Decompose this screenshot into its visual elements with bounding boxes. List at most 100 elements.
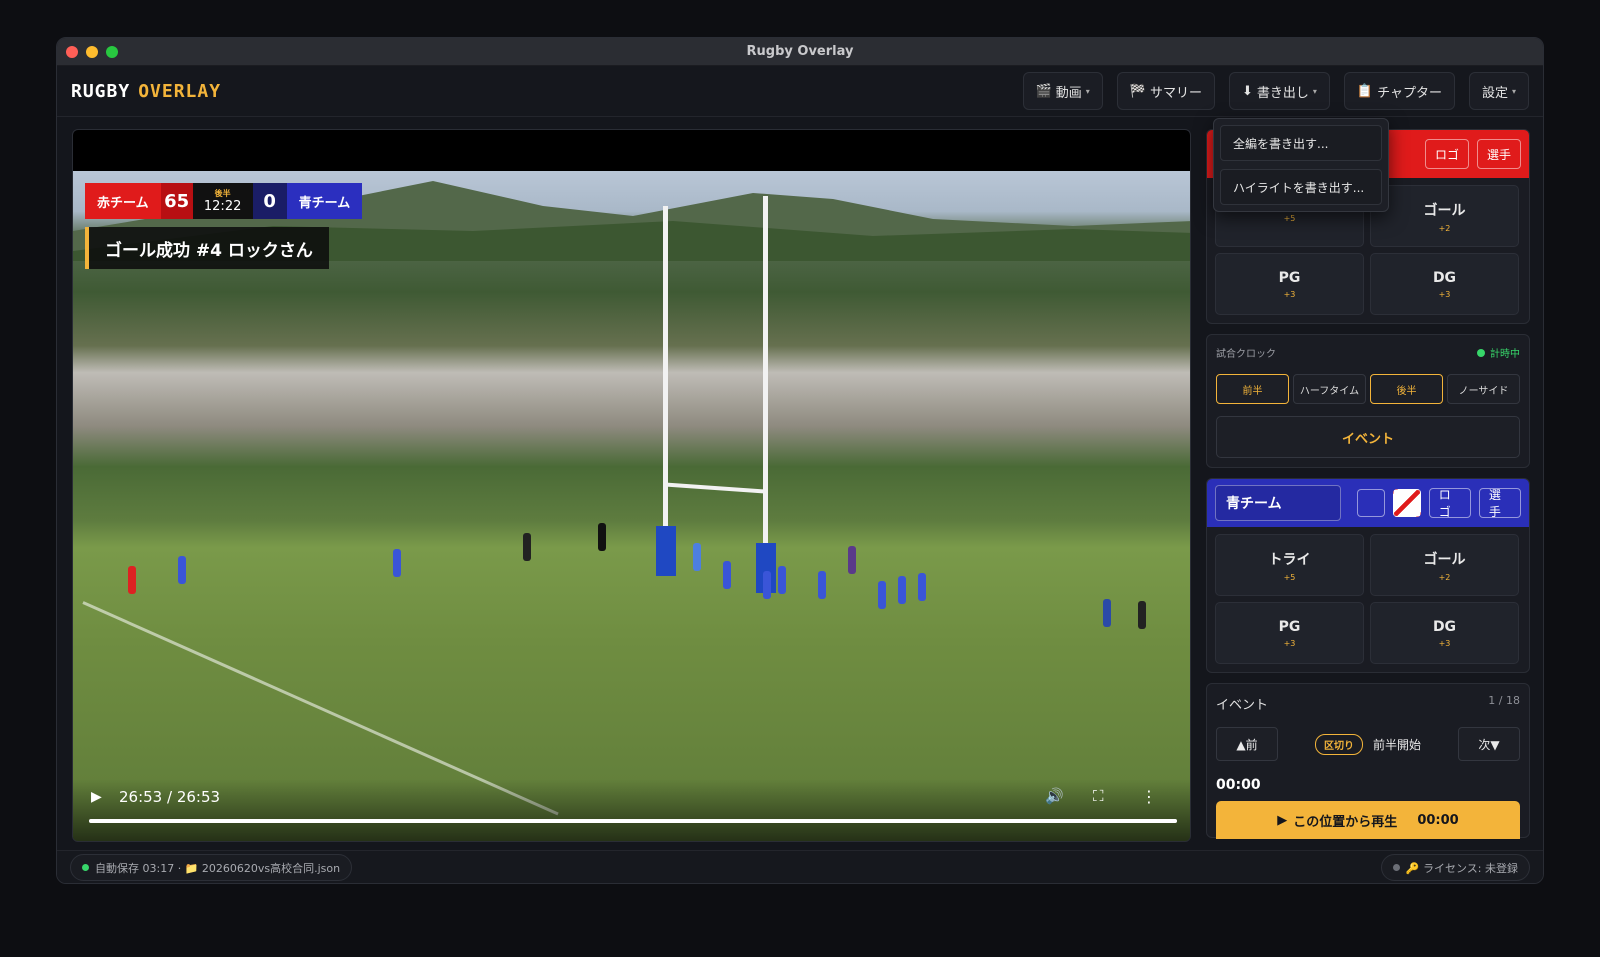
fullscreen-icon[interactable]: ⛶ (1093, 787, 1104, 805)
blue-team-name-input[interactable]: 青チーム (1215, 485, 1341, 521)
player (918, 573, 926, 601)
minimize-window-icon[interactable] (86, 46, 98, 58)
volume-icon[interactable]: 🔊 (1045, 787, 1064, 805)
chapters-label: チャプター (1377, 85, 1442, 101)
close-window-icon[interactable] (66, 46, 78, 58)
export-menu-label: 書き出し (1256, 85, 1309, 101)
player (848, 546, 856, 574)
blue-try-button[interactable]: トライ +5 (1215, 534, 1364, 596)
blue-secondary-color-swatch[interactable] (1392, 489, 1421, 517)
score-button-points: +3 (1438, 638, 1451, 648)
player (1103, 599, 1111, 627)
chapters-button[interactable]: 📋 チャプター (1343, 72, 1455, 110)
status-bar: 自動保存 03:17 · 📁 20260620vs高校合同.json 🔑 ライセ… (57, 850, 1543, 883)
play-from-time: 00:00 (1417, 812, 1459, 828)
blue-team-card: 青チーム ロゴ 選手 トライ +5 ゴール +2 PG +3 DG +3 (1206, 478, 1530, 673)
goal-post-pad-left (656, 526, 676, 576)
window-title: Rugby Overlay (746, 44, 854, 59)
player (1138, 601, 1146, 629)
chevron-down-icon: ▾ (1312, 86, 1317, 96)
event-type-badge: 区切り (1314, 733, 1363, 755)
event-navigator-header: イベント 1 / 18 (1216, 694, 1520, 713)
video-frame[interactable] (73, 171, 1190, 841)
toolbar-menus: 🎬 動画 ▾ 🏁 サマリー ⬇ 書き出し ▾ 📋 チャプター 設定 ▾ (1022, 72, 1529, 110)
more-options-icon[interactable]: ⋮ (1141, 787, 1157, 806)
progress-bar[interactable] (89, 819, 1177, 823)
red-goal-button[interactable]: ゴール +2 (1370, 185, 1519, 247)
current-event-label: 前半開始 (1372, 737, 1421, 752)
play-icon[interactable]: ▶ (91, 789, 102, 805)
player (818, 571, 826, 599)
score-button-label: ゴール (1423, 551, 1466, 568)
score-button-label: DG (1432, 618, 1457, 635)
scoreboard-overlay: 赤チーム 65 後半 12:22 0 青チーム (85, 183, 363, 219)
event-navigator: イベント 1 / 18 ▲前 区切り 前半開始 次▼ 00:00 ▶ この位置か… (1206, 683, 1530, 839)
blue-logo-button[interactable]: ロゴ (1428, 488, 1471, 519)
add-event-button[interactable]: イベント (1216, 416, 1520, 458)
scoreboard-clock: 後半 12:22 (192, 183, 253, 219)
clipboard-icon: 📋 (1356, 83, 1374, 99)
score-button-label: PG (1278, 618, 1301, 635)
period-no-side[interactable]: ノーサイド (1447, 374, 1520, 404)
player (693, 543, 701, 571)
event-caption-overlay: ゴール成功 #4 ロックさん (85, 227, 329, 269)
blue-pg-button[interactable]: PG +3 (1215, 602, 1364, 664)
blue-dg-button[interactable]: DG +3 (1370, 602, 1519, 664)
period-first-half[interactable]: 前半 (1216, 374, 1289, 404)
period-second-half[interactable]: 後半 (1370, 374, 1443, 404)
settings-label: 設定 (1481, 85, 1508, 101)
video-menu-label: 動画 (1055, 85, 1082, 101)
clock-status: 計時中 (1477, 345, 1520, 360)
scoreboard-half: 後半 (214, 189, 231, 198)
blue-score-buttons: トライ +5 ゴール +2 PG +3 DG +3 (1207, 527, 1529, 672)
playback-time: 26:53 / 26:53 (119, 788, 221, 806)
video-player[interactable]: 赤チーム 65 後半 12:22 0 青チーム ゴール成功 #4 ロックさん ▶… (72, 129, 1191, 842)
blue-players-button[interactable]: 選手 (1478, 488, 1521, 519)
control-sidebar: 赤 ロゴ 選手 +5 ゴール +2 PG +3 DG (1206, 129, 1530, 839)
goal-post-right (763, 196, 768, 581)
player (723, 561, 731, 589)
score-button-points: +3 (1283, 638, 1296, 648)
match-clock-card: 試合クロック 計時中 前半 ハーフタイム 後半 ノーサイド イベント (1206, 334, 1530, 468)
play-from-here-button[interactable]: ▶ この位置から再生 00:00 (1216, 801, 1520, 839)
export-highlights-menu-item[interactable]: ハイライトを書き出す... (1220, 169, 1382, 205)
progress-fill (89, 819, 1177, 823)
export-dropdown-menu: 全編を書き出す... ハイライトを書き出す... (1213, 118, 1389, 212)
goal-post-left (663, 206, 668, 576)
export-full-menu-item[interactable]: 全編を書き出す... (1220, 125, 1382, 161)
play-icon: ▶ (1277, 812, 1288, 828)
score-button-label: PG (1278, 269, 1301, 286)
period-selector: 前半 ハーフタイム 後半 ノーサイド (1216, 374, 1520, 404)
video-controls: ▶ 26:53 / 26:53 🔊 ⛶ ⋮ (73, 779, 1190, 841)
app-window: Rugby Overlay RUGBY OVERLAY 🎬 動画 ▾ 🏁 サマリー… (56, 37, 1544, 884)
zoom-window-icon[interactable] (106, 46, 118, 58)
clapper-icon: 🎬 (1035, 83, 1052, 99)
scoreboard-blue-score: 0 (252, 183, 287, 219)
score-button-label: DG (1432, 269, 1457, 286)
red-dg-button[interactable]: DG +3 (1370, 253, 1519, 315)
red-players-button[interactable]: 選手 (1476, 139, 1521, 169)
summary-button[interactable]: 🏁 サマリー (1116, 72, 1215, 110)
blue-goal-button[interactable]: ゴール +2 (1370, 534, 1519, 596)
license-status[interactable]: 🔑 ライセンス: 未登録 (1380, 854, 1530, 881)
current-event: 区切り 前半開始 (1278, 733, 1458, 755)
period-half-time[interactable]: ハーフタイム (1293, 374, 1366, 404)
autosave-label: 自動保存 03:17 · 📁 20260620vs高校合同.json (95, 861, 341, 875)
export-menu-button[interactable]: ⬇ 書き出し ▾ (1228, 72, 1330, 110)
score-button-points: +3 (1438, 289, 1451, 299)
red-pg-button[interactable]: PG +3 (1215, 253, 1364, 315)
chevron-down-icon: ▾ (1085, 86, 1090, 96)
player (878, 581, 886, 609)
next-event-button[interactable]: 次▼ (1458, 727, 1520, 761)
video-menu-button[interactable]: 🎬 動画 ▾ (1022, 72, 1103, 110)
previous-event-button[interactable]: ▲前 (1216, 727, 1278, 761)
scoreboard-time: 12:22 (203, 199, 242, 214)
title-bar: Rugby Overlay (57, 38, 1543, 66)
blue-primary-color-swatch[interactable] (1357, 489, 1385, 517)
red-logo-button[interactable]: ロゴ (1424, 139, 1469, 169)
settings-menu-button[interactable]: 設定 ▾ (1468, 72, 1529, 110)
player (898, 576, 906, 604)
score-button-points: +5 (1283, 213, 1296, 223)
status-dot-icon (1392, 864, 1400, 871)
summary-icon: 🏁 (1129, 83, 1146, 99)
